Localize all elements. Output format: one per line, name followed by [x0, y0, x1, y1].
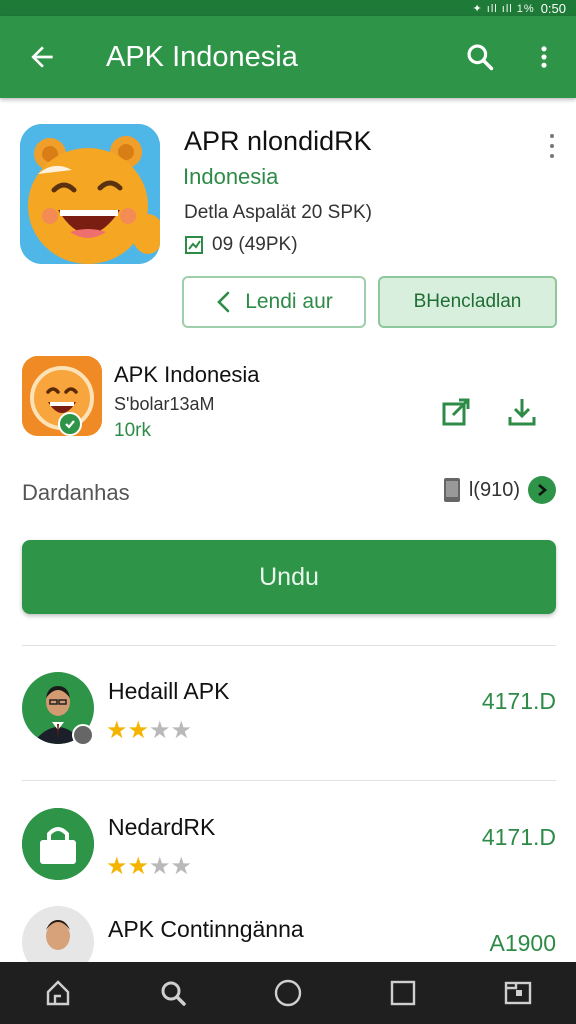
app-meta: Detla Aspalät 20 SPK) [184, 202, 372, 223]
lend-button-label: Lendi aur [245, 290, 333, 313]
list-item-title: Hedaill APK [108, 678, 230, 704]
circle-home-icon [274, 979, 302, 1007]
status-badge [72, 724, 94, 746]
install-secondary-button[interactable]: BHencladlan [378, 276, 557, 328]
check-circle-icon [528, 476, 556, 504]
star-icon: ★ [149, 717, 171, 744]
download-icon [508, 399, 536, 426]
nav-tab-button[interactable] [486, 962, 550, 1024]
lend-button[interactable]: Lendi aur [182, 276, 366, 328]
download-primary-button[interactable]: Undu [22, 540, 556, 614]
app-overflow-button[interactable] [544, 134, 560, 158]
details-label: Dardanhas [22, 480, 130, 505]
list-item-price: A1900 [489, 930, 556, 956]
dot [550, 144, 554, 148]
verified-badge [58, 412, 82, 436]
divider [22, 780, 556, 781]
star-icon: ★ [149, 853, 171, 880]
developer-link[interactable]: Indonesia [183, 164, 278, 190]
square-recents-icon [390, 980, 416, 1006]
divider [22, 645, 556, 646]
bear-mascot-icon [20, 124, 160, 264]
check-icon [538, 484, 548, 496]
search-icon [467, 44, 494, 71]
status-icons: ✦ ıll ıll 1% [472, 2, 535, 15]
chevron-left-icon [217, 291, 230, 313]
search-icon [161, 981, 186, 1006]
list-item[interactable]: APK Continngänna A1900 [0, 906, 576, 962]
details-row[interactable]: Dardanhas l(910) [0, 466, 576, 518]
app-size: 09 (49PK) [184, 234, 298, 256]
star-icon: ★ [127, 717, 150, 744]
details-value-group: l(910) [443, 476, 556, 504]
details-value: l(910) [468, 478, 520, 501]
download-primary-label: Undu [259, 562, 319, 591]
app-header: APR nlondidRK Indonesia Detla Aspalät 20… [0, 98, 576, 348]
rating-stars: ★★★★ [106, 852, 192, 881]
app-row-subtitle: S'bolar13aM [114, 394, 215, 414]
phone-icon [443, 478, 460, 502]
chart-icon [185, 236, 203, 254]
app-icon [20, 124, 160, 264]
nav-home-button[interactable] [26, 962, 90, 1024]
list-item[interactable]: Hedaill APK ★★★★ 4171.D [0, 672, 576, 792]
check-icon [65, 420, 75, 429]
status-time: 0:50 [540, 0, 566, 16]
avatar [22, 808, 94, 880]
avatar [22, 906, 94, 962]
star-icon: ★ [170, 853, 193, 880]
navigation-bar [0, 962, 576, 1024]
star-icon: ★ [106, 717, 128, 744]
app-size-value: 09 (49PK) [212, 234, 298, 255]
home-icon [46, 980, 69, 1006]
back-button[interactable] [0, 16, 84, 98]
open-button[interactable] [434, 390, 478, 434]
star-icon: ★ [170, 717, 193, 744]
more-options-button[interactable] [512, 16, 576, 98]
nav-circle-home-button[interactable] [256, 962, 320, 1024]
person-avatar-icon [22, 906, 94, 962]
arrow-left-icon [31, 46, 53, 68]
app-bar-title: APK Indonesia [106, 40, 298, 73]
lock-icon [22, 808, 94, 880]
tab-icon [505, 981, 532, 1005]
star-icon: ★ [106, 853, 128, 880]
app-name: APR nlondidRK [184, 126, 372, 156]
screen: ✦ ıll ıll 1% 0:50 APK Indonesia APR nlon… [0, 0, 576, 1024]
app-row-name: APK Indonesia [114, 362, 260, 387]
dot [550, 154, 554, 158]
status-bar: ✦ ıll ıll 1% 0:50 [0, 0, 576, 16]
app-row[interactable]: APK Indonesia S'bolar13aM 10rk [0, 350, 576, 450]
list-item-price: 4171.D [481, 688, 556, 714]
open-external-icon [442, 398, 470, 426]
star-icon: ★ [127, 853, 150, 880]
more-vert-icon [541, 46, 547, 68]
nav-search-button[interactable] [141, 962, 205, 1024]
list-item-title: NedardRK [108, 814, 216, 840]
install-secondary-label: BHencladlan [413, 291, 522, 312]
nav-recents-button[interactable] [371, 962, 435, 1024]
list-item-price: 4171.D [481, 824, 556, 850]
list-item-title: APK Continngänna [108, 916, 304, 942]
search-button[interactable] [448, 16, 512, 98]
dot [550, 134, 554, 138]
app-bar: APK Indonesia [0, 16, 576, 98]
app-row-size: 10rk [114, 420, 151, 441]
rating-stars: ★★★★ [106, 716, 192, 745]
download-button[interactable] [500, 390, 544, 434]
